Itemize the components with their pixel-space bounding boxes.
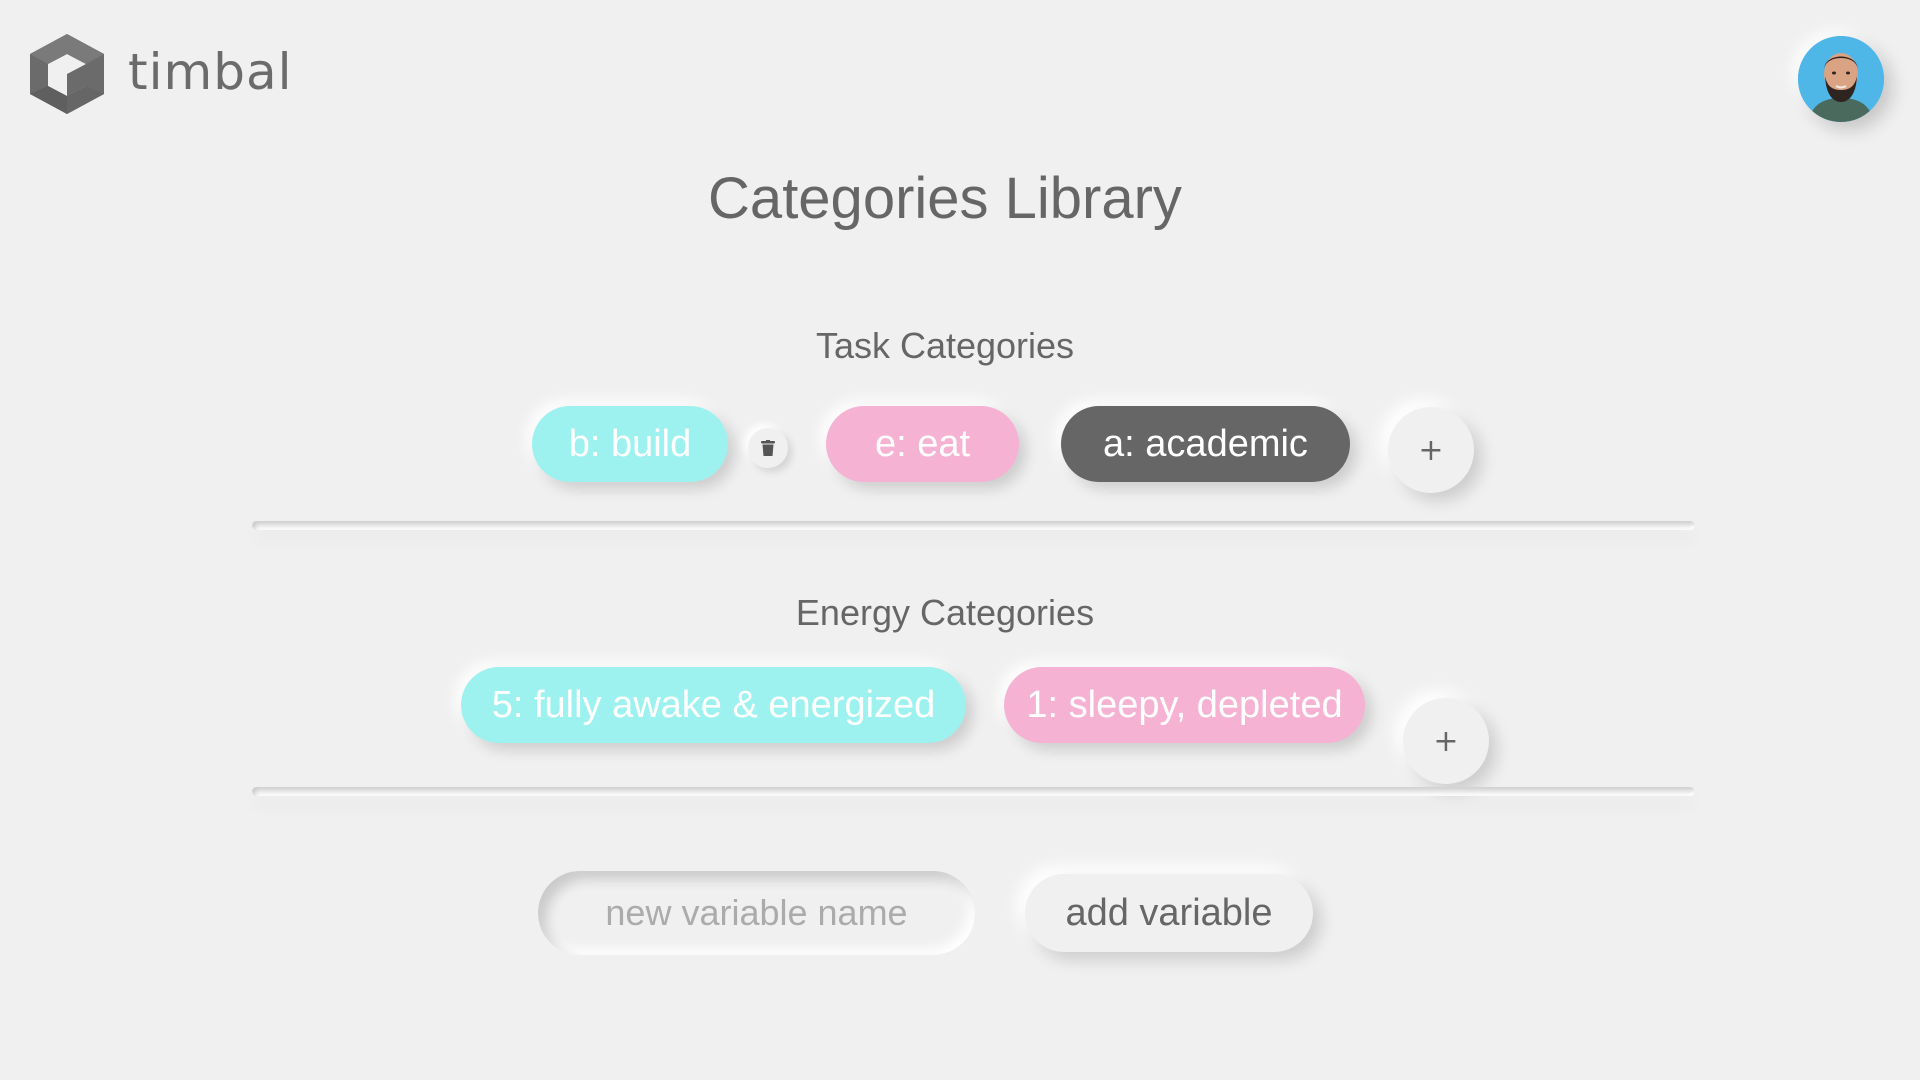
logo[interactable]: timbal [28, 32, 292, 116]
plus-icon: + [1418, 432, 1444, 468]
energy-categories-title: Energy Categories [795, 592, 1095, 633]
avatar[interactable] [1798, 36, 1884, 122]
section-divider [252, 787, 1695, 796]
app-name: timbal [128, 43, 293, 101]
task-categories-title: Task Categories [815, 325, 1075, 366]
user-avatar-icon [1798, 36, 1884, 122]
delete-category-button[interactable] [748, 428, 788, 468]
add-task-category-button[interactable]: + [1388, 407, 1474, 493]
energy-category-1[interactable]: 1: sleepy, depleted [1004, 667, 1365, 743]
task-category-academic[interactable]: a: academic [1061, 406, 1350, 482]
hexagon-cube-icon [28, 32, 106, 116]
trash-icon [761, 440, 775, 456]
section-divider [252, 521, 1695, 530]
new-variable-input[interactable] [538, 871, 975, 955]
task-category-eat[interactable]: e: eat [826, 406, 1019, 482]
plus-icon: + [1433, 723, 1459, 759]
add-variable-button[interactable]: add variable [1025, 874, 1313, 952]
page-title: Categories Library [708, 166, 1182, 231]
add-energy-category-button[interactable]: + [1403, 698, 1489, 784]
app-root: timbal Categories Library Task Categorie… [0, 0, 1920, 1080]
energy-category-5[interactable]: 5: fully awake & energized [461, 667, 966, 743]
task-category-build[interactable]: b: build [532, 406, 728, 482]
